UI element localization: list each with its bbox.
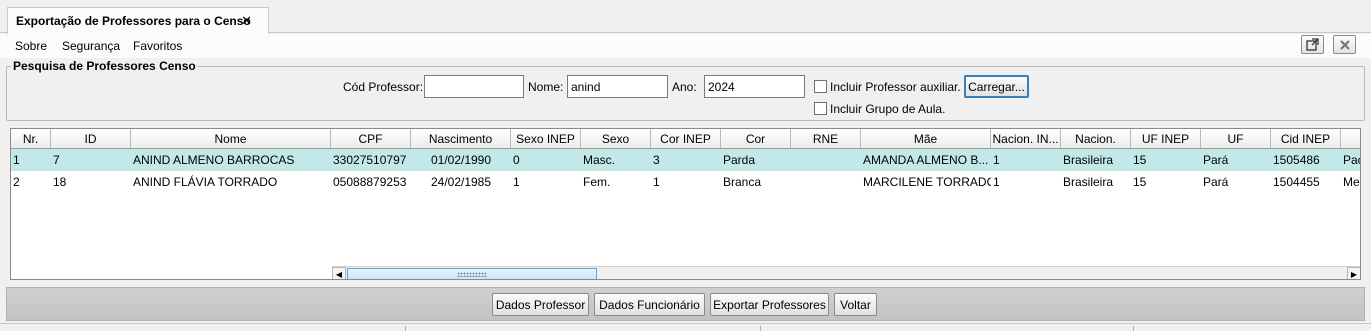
cell-cor-inep: 3 bbox=[653, 153, 660, 167]
cell-extra: Pac bbox=[1343, 153, 1360, 167]
column-header-nome[interactable]: Nome bbox=[131, 129, 331, 149]
cell-uf: Pará bbox=[1203, 153, 1229, 167]
cell-nacion: Brasileira bbox=[1063, 153, 1114, 167]
column-header-nacion-inep[interactable]: Nacion. IN... bbox=[991, 129, 1061, 149]
table-row[interactable]: 1 7 ANIND ALMENO BARROCAS 33027510797 01/02/… bbox=[11, 149, 1360, 171]
dados-funcionario-button[interactable]: Dados Funcionário bbox=[594, 293, 705, 316]
cell-cor-inep: 1 bbox=[653, 175, 660, 189]
status-bar bbox=[0, 323, 1371, 331]
column-header-uf-inep[interactable]: UF INEP bbox=[1131, 129, 1201, 149]
cell-id: 18 bbox=[53, 175, 67, 189]
cell-uf-inep: 15 bbox=[1133, 153, 1147, 167]
column-header-cid-inep[interactable]: Cid INEP bbox=[1271, 129, 1341, 149]
column-header-rne[interactable]: RNE bbox=[791, 129, 861, 149]
cell-sexo-inep: 0 bbox=[513, 153, 520, 167]
cell-sexo: Masc. bbox=[583, 153, 616, 167]
column-header-nascimento[interactable]: Nascimento bbox=[411, 129, 511, 149]
incluir-grupo-checkbox[interactable] bbox=[814, 102, 827, 115]
cell-sexo: Fem. bbox=[583, 175, 611, 189]
cell-nr: 1 bbox=[13, 153, 20, 167]
exportar-professores-button[interactable]: Exportar Professores bbox=[710, 293, 829, 316]
table-header: Nr. ID Nome CPF Nascimento Sexo INEP Sexo Cor I… bbox=[11, 129, 1360, 149]
cell-cid-inep: 1504455 bbox=[1273, 175, 1320, 189]
cod-professor-input[interactable] bbox=[424, 75, 524, 98]
tab-exportacao[interactable]: Exportação de Professores para o Censo ✕ bbox=[7, 7, 269, 34]
cell-rne bbox=[791, 149, 861, 171]
column-header-extra[interactable] bbox=[1341, 129, 1360, 149]
column-header-nacion[interactable]: Nacion. bbox=[1061, 129, 1131, 149]
cell-cpf: 05088879253 bbox=[333, 175, 407, 189]
cell-cor: Parda bbox=[723, 153, 756, 167]
cell-extra: Me bbox=[1343, 175, 1360, 189]
tab-title: Exportação de Professores para o Censo bbox=[16, 14, 251, 28]
menu-item-favoritos[interactable]: Favoritos bbox=[133, 39, 182, 53]
voltar-button[interactable]: Voltar bbox=[834, 293, 877, 316]
scroll-right-icon[interactable]: ▶ bbox=[1347, 267, 1360, 279]
cell-uf: Pará bbox=[1203, 175, 1229, 189]
cell-mae: AMANDA ALMENO B... bbox=[863, 153, 989, 167]
column-header-sexo[interactable]: Sexo bbox=[581, 129, 651, 149]
external-window-icon[interactable] bbox=[1301, 35, 1324, 54]
menu-item-sobre[interactable]: Sobre bbox=[15, 39, 47, 53]
ano-label: Ano: bbox=[672, 80, 697, 94]
cell-id: 7 bbox=[53, 153, 60, 167]
cod-professor-label: Cód Professor: bbox=[343, 80, 424, 94]
menu-item-seguranca[interactable]: Segurança bbox=[62, 39, 120, 53]
nome-label: Nome: bbox=[528, 80, 564, 94]
column-header-sexo-inep[interactable]: Sexo INEP bbox=[511, 129, 581, 149]
cell-nome: ANIND ALMENO BARROCAS bbox=[133, 153, 295, 167]
cell-mae: MARCILENE TORRADO bbox=[863, 175, 991, 189]
column-header-cpf[interactable]: CPF bbox=[331, 129, 411, 149]
incluir-auxiliar-checkbox[interactable] bbox=[814, 80, 827, 93]
cell-rne bbox=[791, 171, 861, 193]
cell-uf-inep: 15 bbox=[1133, 175, 1147, 189]
menu-bar: Sobre Segurança Favoritos bbox=[0, 34, 1371, 58]
search-group-title: Pesquisa de Professores Censo bbox=[11, 59, 198, 73]
nome-input[interactable] bbox=[567, 75, 668, 98]
carregar-button[interactable]: Carregar... bbox=[964, 75, 1029, 98]
cell-cid-inep: 1505486 bbox=[1273, 153, 1320, 167]
professores-table: Nr. ID Nome CPF Nascimento Sexo INEP Sexo Cor I… bbox=[10, 128, 1361, 280]
scroll-thumb[interactable] bbox=[347, 268, 597, 279]
scroll-left-icon[interactable]: ◀ bbox=[332, 267, 346, 279]
cell-nascimento: 24/02/1985 bbox=[430, 175, 492, 189]
incluir-auxiliar-label: Incluir Professor auxiliar. bbox=[830, 80, 961, 94]
column-header-nr[interactable]: Nr. bbox=[11, 129, 51, 149]
cell-nacion: Brasileira bbox=[1063, 175, 1114, 189]
cell-nascimento: 01/02/1990 bbox=[430, 153, 492, 167]
column-header-mae[interactable]: Mãe bbox=[861, 129, 991, 149]
tab-bar: Exportação de Professores para o Censo ✕ bbox=[0, 0, 1371, 34]
column-header-cor[interactable]: Cor bbox=[721, 129, 791, 149]
cell-cor: Branca bbox=[723, 175, 762, 189]
column-header-uf[interactable]: UF bbox=[1201, 129, 1271, 149]
cell-sexo-inep: 1 bbox=[513, 175, 520, 189]
ano-input[interactable] bbox=[704, 75, 805, 98]
column-header-id[interactable]: ID bbox=[51, 129, 131, 149]
tab-close-icon[interactable]: ✕ bbox=[241, 13, 252, 29]
cell-cpf: 33027510797 bbox=[333, 153, 407, 167]
table-row[interactable]: 2 18 ANIND FLÁVIA TORRADO 05088879253 24/02/… bbox=[11, 171, 1360, 193]
column-header-cor-inep[interactable]: Cor INEP bbox=[651, 129, 721, 149]
cell-nacion-inep: 1 bbox=[993, 153, 1000, 167]
cell-nacion-inep: 1 bbox=[993, 175, 1000, 189]
cell-nome: ANIND FLÁVIA TORRADO bbox=[133, 175, 278, 189]
close-x-icon[interactable] bbox=[1333, 35, 1356, 54]
incluir-grupo-label: Incluir Grupo de Aula. bbox=[830, 102, 946, 116]
cell-nr: 2 bbox=[13, 175, 20, 189]
dados-professor-button[interactable]: Dados Professor bbox=[492, 293, 589, 316]
horizontal-scrollbar[interactable]: ◀ ▶ bbox=[332, 266, 1360, 279]
